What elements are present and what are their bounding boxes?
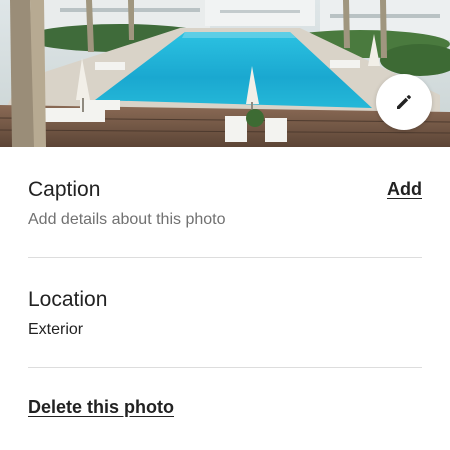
add-caption-link[interactable]: Add [387, 179, 422, 200]
photo-details-screen: Caption Add Add details about this photo… [0, 0, 450, 450]
location-title: Location [28, 288, 108, 311]
caption-section: Caption Add Add details about this photo [28, 176, 422, 256]
location-section[interactable]: Location Exterior [28, 286, 422, 356]
divider [28, 257, 422, 258]
edit-photo-button[interactable] [376, 74, 432, 130]
listing-photo[interactable] [0, 0, 450, 147]
location-value: Exterior [28, 321, 84, 338]
caption-placeholder: Add details about this photo [28, 211, 226, 228]
pool-scene-image [0, 0, 450, 147]
caption-title: Caption [28, 178, 101, 201]
delete-photo-link[interactable]: Delete this photo [28, 397, 174, 418]
divider [28, 367, 422, 368]
pencil-icon [397, 95, 411, 109]
